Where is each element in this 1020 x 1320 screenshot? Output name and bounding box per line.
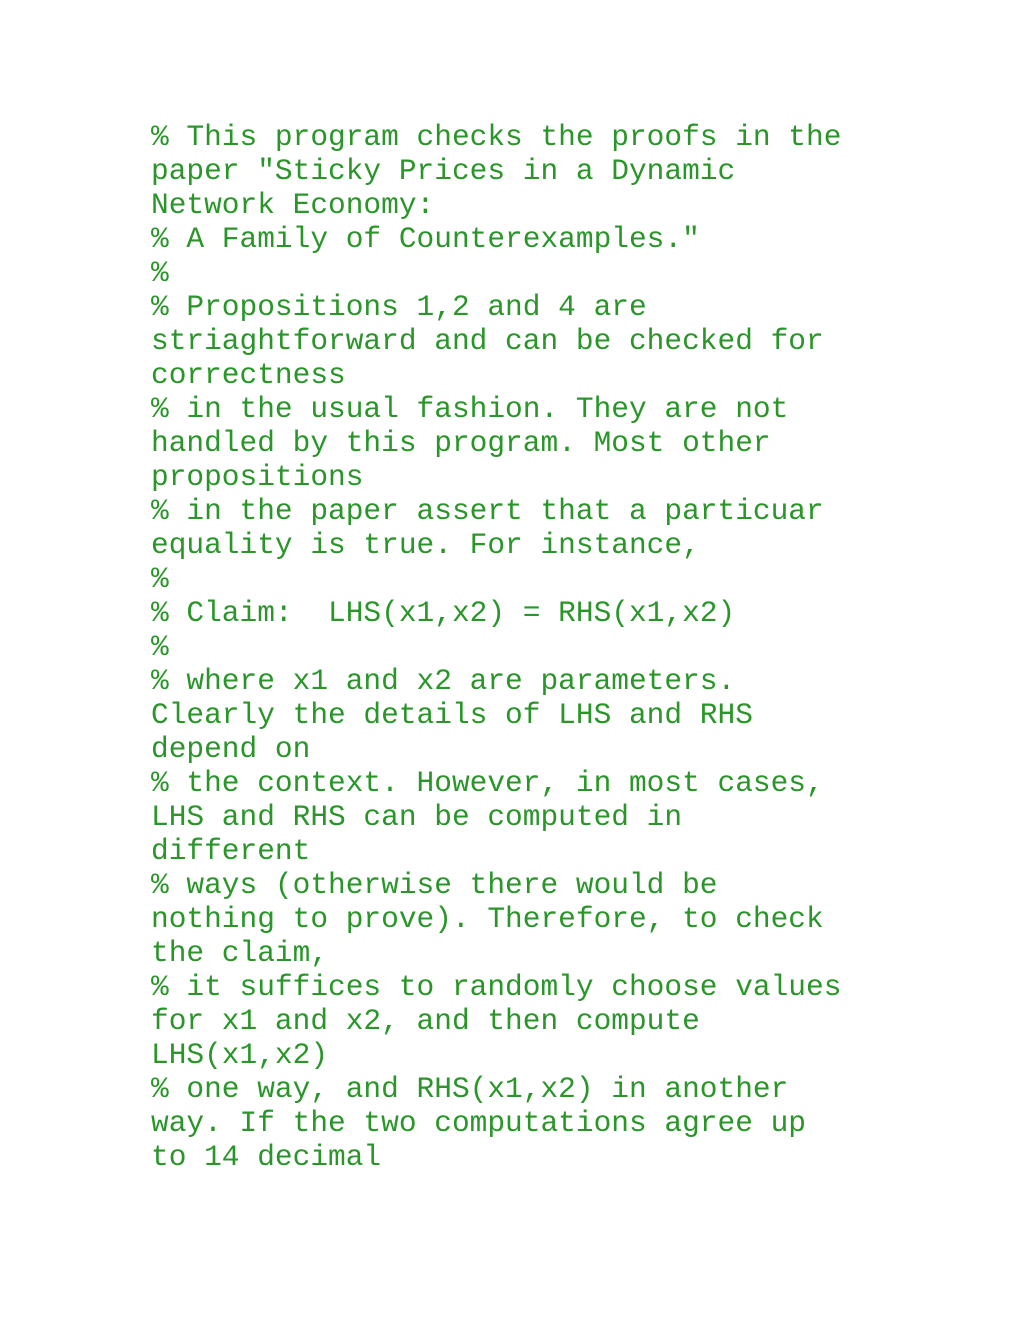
code-line: LHS and RHS can be computed in bbox=[151, 800, 683, 834]
code-line: % A Family of Counterexamples." bbox=[151, 222, 700, 256]
code-line: the claim, bbox=[151, 936, 329, 970]
code-line: correctness bbox=[151, 358, 346, 392]
code-line: LHS(x1,x2) bbox=[151, 1038, 329, 1072]
code-line: % in the usual fashion. They are not bbox=[151, 392, 789, 426]
code-line: % ways (otherwise there would be bbox=[151, 868, 718, 902]
code-line: % bbox=[151, 562, 169, 596]
code-line: % Propositions 1,2 and 4 are bbox=[151, 290, 647, 324]
code-line: nothing to prove). Therefore, to check bbox=[151, 902, 824, 936]
code-line: % where x1 and x2 are parameters. bbox=[151, 664, 736, 698]
code-line: depend on bbox=[151, 732, 311, 766]
code-line: to 14 decimal bbox=[151, 1140, 382, 1174]
code-line: Network Economy: bbox=[151, 188, 435, 222]
code-line: propositions bbox=[151, 460, 364, 494]
code-line: % Claim: LHS(x1,x2) = RHS(x1,x2) bbox=[151, 596, 736, 630]
code-comment-block: % This program checks the proofs in the … bbox=[151, 120, 871, 1174]
code-line: % bbox=[151, 630, 169, 664]
code-line: paper "Sticky Prices in a Dynamic bbox=[151, 154, 736, 188]
code-line: % This program checks the proofs in the bbox=[151, 120, 842, 154]
code-line: striaghtforward and can be checked for bbox=[151, 324, 824, 358]
code-line: Clearly the details of LHS and RHS bbox=[151, 698, 753, 732]
code-line: % bbox=[151, 256, 169, 290]
code-line: for x1 and x2, and then compute bbox=[151, 1004, 700, 1038]
code-line: % it suffices to randomly choose values bbox=[151, 970, 842, 1004]
code-line: way. If the two computations agree up bbox=[151, 1106, 807, 1140]
code-line: % in the paper assert that a particuar bbox=[151, 494, 824, 528]
code-line: different bbox=[151, 834, 311, 868]
code-line: % one way, and RHS(x1,x2) in another bbox=[151, 1072, 789, 1106]
code-line: handled by this program. Most other bbox=[151, 426, 771, 460]
code-line: % the context. However, in most cases, bbox=[151, 766, 824, 800]
code-line: equality is true. For instance, bbox=[151, 528, 700, 562]
